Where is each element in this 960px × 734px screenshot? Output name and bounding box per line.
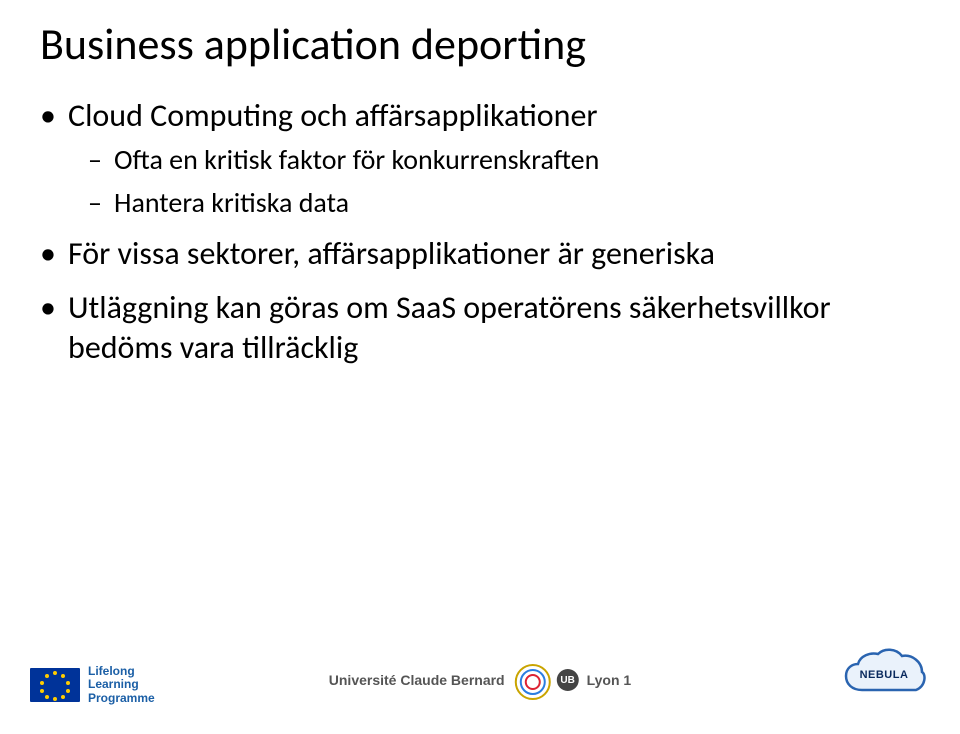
- ucbl-text-right: Lyon 1: [587, 672, 632, 688]
- sub-bullet-text: Hantera kritiska data: [114, 185, 349, 220]
- bullet-text: Utläggning kan göras om SaaS operatörens…: [68, 288, 831, 367]
- ucbl-text-left: Université Claude Bernard: [329, 672, 505, 688]
- nebula-logo: NEBULA: [838, 646, 930, 702]
- lifelong-learning-text: Lifelong Learning Programme: [88, 665, 155, 706]
- ucbl-badge-text: UB: [560, 675, 574, 686]
- llp-line: Learning: [88, 678, 155, 692]
- ucbl-swirl-icon: [513, 662, 549, 698]
- eu-flag-icon: [30, 668, 80, 702]
- bullet-text: För vissa sektorer, affärsapplikationer …: [68, 234, 715, 273]
- footer: Lifelong Learning Programme Université C…: [0, 636, 960, 716]
- ucbl-badge-icon: UB: [557, 669, 579, 691]
- nebula-text: NEBULA: [860, 669, 909, 681]
- ucbl-logo: Université Claude Bernard UB Lyon 1: [329, 662, 631, 698]
- sub-bullet-item: Ofta en kritisk faktor för konkurrenskra…: [88, 142, 920, 177]
- bullet-item: För vissa sektorer, affärsapplikationer …: [40, 234, 920, 274]
- cloud-icon: NEBULA: [838, 646, 930, 702]
- bullet-text: Cloud Computing och affärsapplikationer: [68, 96, 598, 135]
- llp-line: Lifelong: [88, 665, 155, 679]
- sub-bullet-text: Ofta en kritisk faktor för konkurrenskra…: [114, 142, 599, 177]
- llp-line: Programme: [88, 692, 155, 706]
- slide-title: Business application deporting: [40, 20, 920, 68]
- slide: Business application deporting Cloud Com…: [0, 0, 960, 734]
- lifelong-learning-logo: Lifelong Learning Programme: [30, 665, 155, 706]
- sub-bullet-item: Hantera kritiska data: [88, 185, 920, 220]
- bullet-item: Utläggning kan göras om SaaS operatörens…: [40, 288, 920, 368]
- sub-bullet-list: Ofta en kritisk faktor för konkurrenskra…: [88, 142, 920, 220]
- bullet-item: Cloud Computing och affärsapplikationer …: [40, 96, 920, 220]
- bullet-list: Cloud Computing och affärsapplikationer …: [40, 96, 920, 368]
